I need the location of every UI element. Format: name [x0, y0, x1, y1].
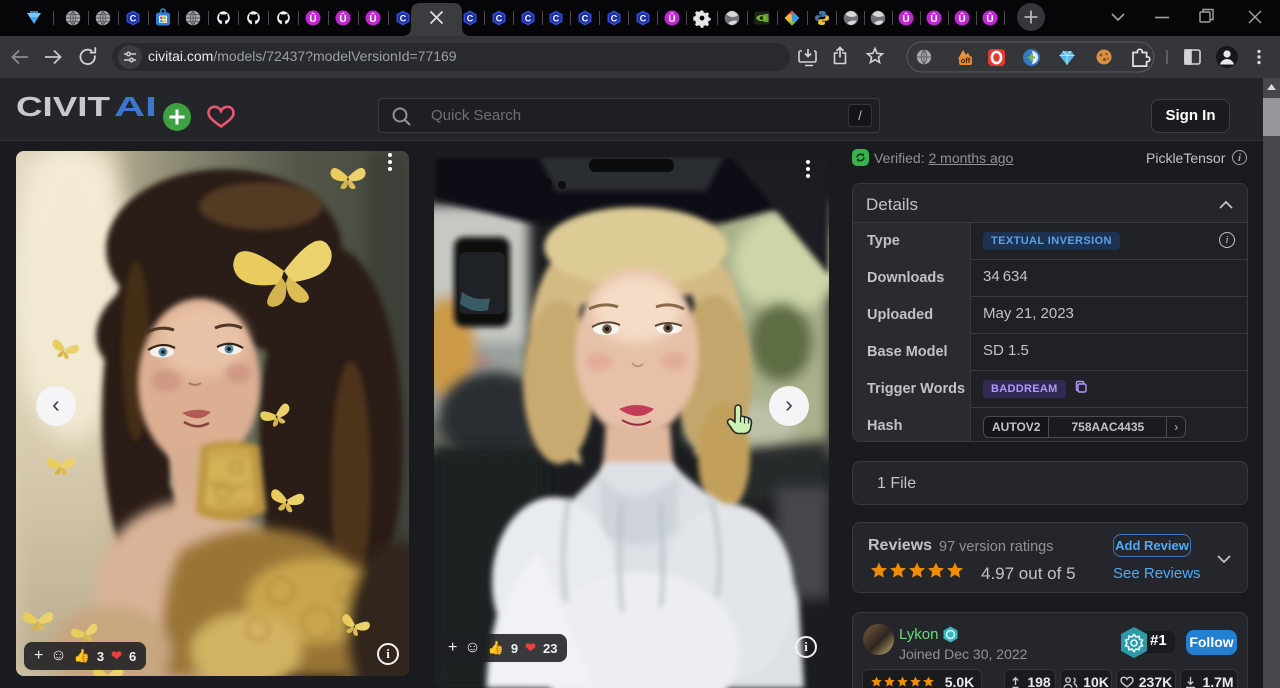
svg-text:off: off — [961, 56, 971, 65]
svg-text:AI: AI — [114, 91, 157, 122]
svg-text:CIVIT: CIVIT — [16, 91, 110, 122]
